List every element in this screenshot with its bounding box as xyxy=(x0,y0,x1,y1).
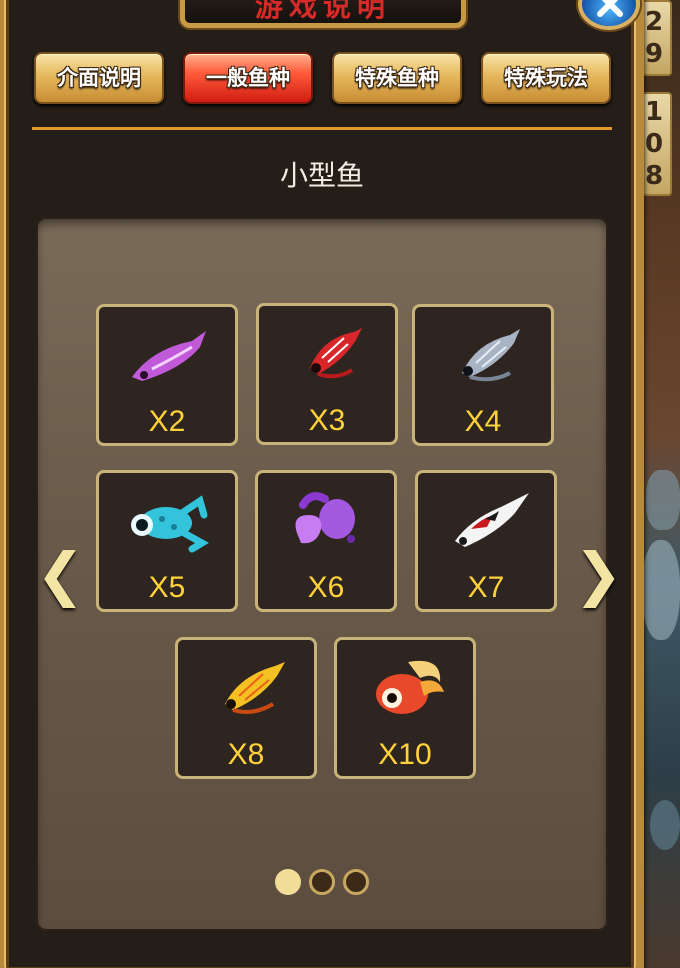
scenery-fish-shape xyxy=(650,800,680,850)
fish-card: X7 xyxy=(415,470,557,612)
section-title: 小型鱼 xyxy=(279,159,364,192)
tab-special-modes[interactable]: 特殊玩法 xyxy=(481,52,611,104)
fish-multiplier: X10 xyxy=(378,738,432,771)
fish-multiplier: X4 xyxy=(464,405,502,438)
blue-frog-icon xyxy=(131,495,209,553)
fish-card: X4 xyxy=(412,304,554,446)
goldfish-icon xyxy=(376,660,444,714)
divider xyxy=(32,127,612,130)
panel-title: 游戏说明 xyxy=(254,0,391,23)
koi-fish-icon xyxy=(455,493,529,547)
fish-card: X2 xyxy=(96,304,238,446)
red-shrimp-icon xyxy=(310,328,362,379)
fish-multiplier: X3 xyxy=(308,404,346,437)
page-dot-2[interactable] xyxy=(309,869,335,895)
tab-regular-fish[interactable]: 一般鱼种 xyxy=(183,52,313,104)
purple-fish-icon xyxy=(132,331,206,381)
previous-page-button[interactable]: ❮ xyxy=(36,540,85,608)
tab-interface-guide[interactable]: 介面说明 xyxy=(34,52,164,104)
title-plate: 游戏说明 xyxy=(180,0,466,28)
fish-multiplier: X6 xyxy=(307,571,345,604)
scenery-fish-shape xyxy=(646,470,680,530)
tab-special-fish[interactable]: 特殊鱼种 xyxy=(332,52,462,104)
next-page-button[interactable]: ❯ xyxy=(574,540,623,608)
fish-card: X3 xyxy=(256,303,398,445)
scenery-fish-shape xyxy=(642,540,680,640)
fish-card: X10 xyxy=(334,637,476,779)
fish-multiplier: X5 xyxy=(148,571,186,604)
close-icon xyxy=(597,0,623,17)
page-dot-3[interactable] xyxy=(343,869,369,895)
purple-crab-icon xyxy=(295,492,355,544)
fish-multiplier: X8 xyxy=(227,738,265,771)
yellow-shrimp-icon xyxy=(225,662,285,714)
grey-shrimp-icon xyxy=(462,329,520,382)
fish-card: X6 xyxy=(255,470,397,612)
fish-card: X5 xyxy=(96,470,238,612)
page-dot-1[interactable] xyxy=(275,869,301,895)
fish-multiplier: X2 xyxy=(148,405,186,438)
fish-multiplier: X7 xyxy=(467,571,505,604)
fish-card: X8 xyxy=(175,637,317,779)
